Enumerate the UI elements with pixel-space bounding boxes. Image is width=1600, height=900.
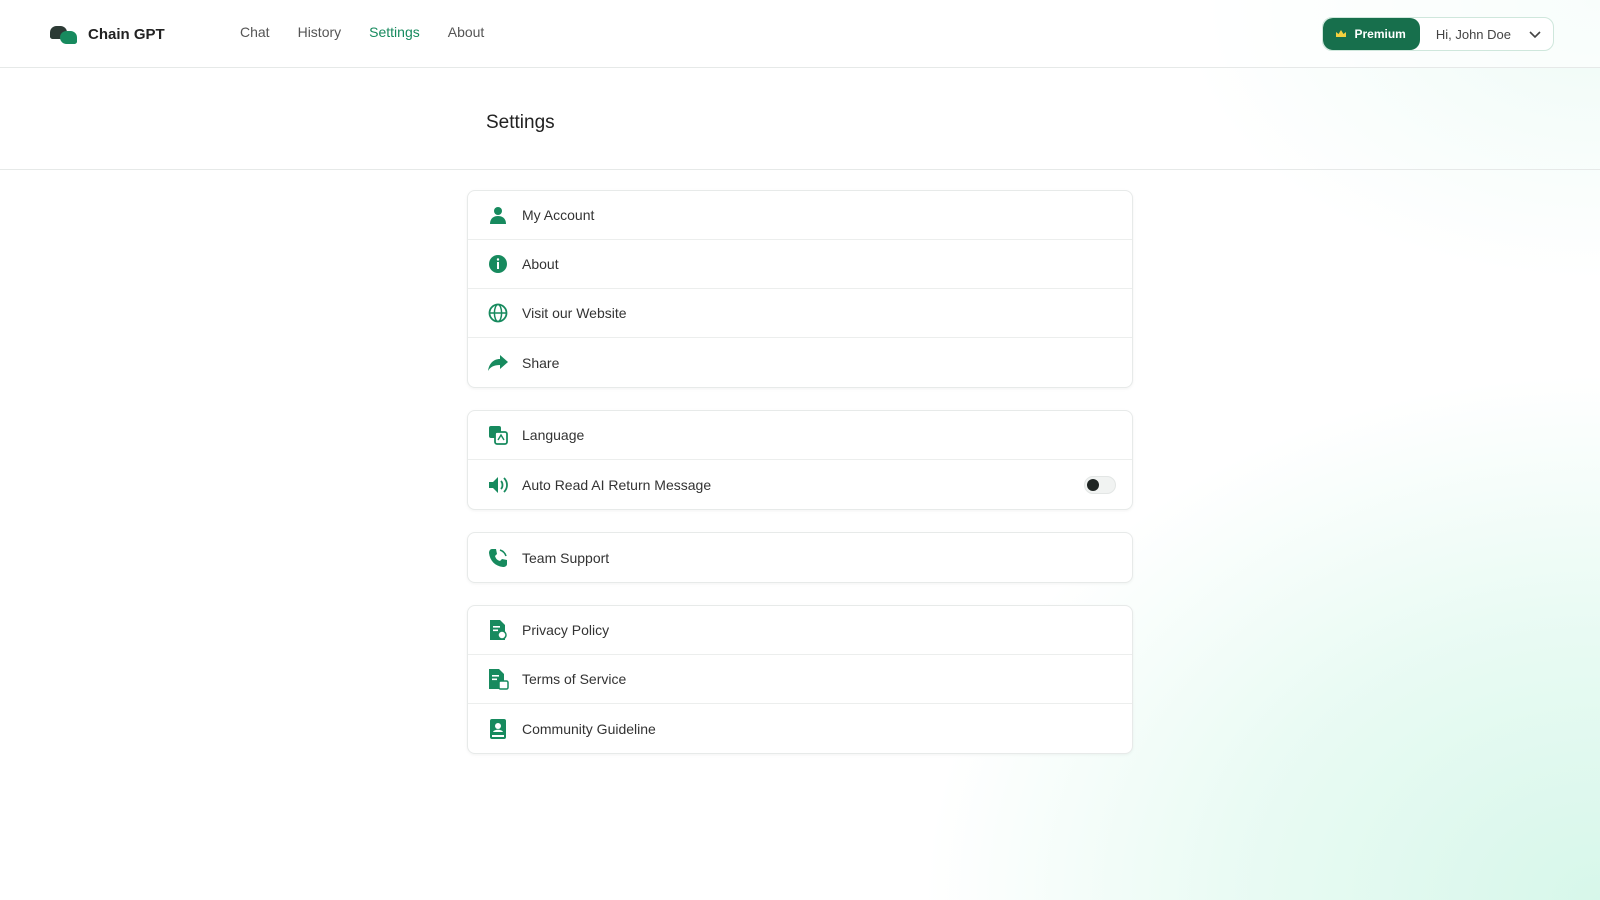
settings-item-label: Share — [522, 354, 560, 371]
app-name: Chain GPT — [88, 25, 165, 43]
nav-item-settings[interactable]: Settings — [369, 24, 420, 40]
settings-item-community-guideline[interactable]: Community Guideline — [468, 704, 1132, 753]
settings-item-label: My Account — [522, 207, 595, 223]
settings-item-terms-of-service[interactable]: Terms of Service — [468, 655, 1132, 704]
terms-doc-icon — [486, 667, 510, 691]
nav-item-about[interactable]: About — [448, 24, 485, 40]
settings-item-about[interactable]: About — [468, 240, 1132, 289]
privacy-doc-icon — [486, 618, 510, 642]
share-icon — [486, 351, 510, 375]
settings-group-legal: Privacy Policy Terms of Service Communit… — [467, 605, 1133, 754]
settings-group-preferences: Language Auto Read AI Return Message — [467, 410, 1133, 510]
settings-list: My Account About Visit our Website Share — [467, 190, 1133, 776]
settings-item-visit-website[interactable]: Visit our Website — [468, 289, 1132, 338]
settings-item-label: Terms of Service — [522, 671, 627, 687]
settings-group-support: Team Support — [467, 532, 1133, 583]
main-nav: Chat History Settings About — [240, 24, 484, 40]
settings-item-label: Visit our Website — [522, 305, 627, 321]
translate-icon — [486, 423, 510, 447]
info-icon — [486, 252, 510, 276]
settings-item-label: Community Guideline — [522, 720, 656, 737]
globe-icon — [486, 301, 510, 325]
settings-item-label: About — [522, 256, 559, 272]
premium-label: Premium — [1354, 27, 1406, 41]
premium-button[interactable]: Premium — [1323, 18, 1420, 50]
settings-group-account: My Account About Visit our Website Share — [467, 190, 1133, 388]
page-title: Settings — [486, 112, 555, 133]
user-icon — [486, 203, 510, 227]
settings-item-team-support[interactable]: Team Support — [468, 533, 1132, 582]
settings-item-privacy-policy[interactable]: Privacy Policy — [468, 606, 1132, 655]
settings-item-share[interactable]: Share — [468, 338, 1132, 387]
toggle-knob — [1087, 478, 1099, 491]
settings-item-my-account[interactable]: My Account — [468, 191, 1132, 240]
phone-icon — [486, 546, 510, 570]
user-menu-dropdown[interactable]: Hi, John Doe — [1420, 18, 1553, 50]
page-header: Settings — [0, 68, 1600, 170]
guideline-book-icon — [486, 717, 510, 741]
settings-item-language[interactable]: Language — [468, 411, 1132, 460]
settings-item-auto-read[interactable]: Auto Read AI Return Message — [468, 460, 1132, 509]
top-navigation-bar: Chain GPT Chat History Settings About Pr… — [0, 0, 1600, 68]
chevron-down-icon — [1529, 27, 1541, 42]
settings-item-label: Team Support — [522, 549, 610, 566]
crown-icon — [1335, 29, 1347, 39]
user-greeting: Hi, John Doe — [1435, 26, 1511, 42]
nav-item-history[interactable]: History — [298, 24, 342, 40]
settings-item-label: Language — [522, 427, 585, 443]
settings-item-label: Auto Read AI Return Message — [522, 476, 712, 493]
chat-bubbles-logo-icon — [50, 24, 78, 44]
user-area: Premium Hi, John Doe — [1322, 17, 1554, 51]
settings-item-label: Privacy Policy — [522, 622, 610, 638]
speaker-icon — [486, 473, 510, 497]
nav-item-chat[interactable]: Chat — [240, 24, 270, 40]
brand[interactable]: Chain GPT — [50, 22, 165, 46]
auto-read-toggle[interactable] — [1084, 475, 1116, 494]
